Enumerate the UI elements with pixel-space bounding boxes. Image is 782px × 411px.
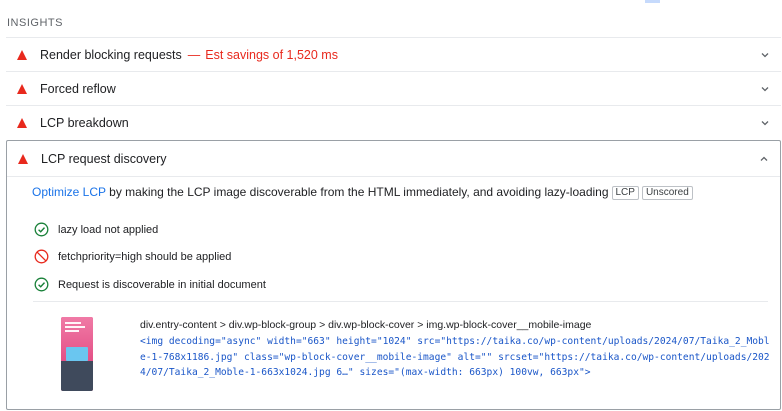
prohibited-icon — [34, 249, 49, 264]
lcp-image-thumbnail[interactable] — [61, 317, 93, 391]
section-title: INSIGHTS — [7, 17, 63, 29]
check-discoverable: Request is discoverable in initial docum… — [34, 277, 266, 292]
check-circle-icon — [34, 222, 49, 237]
check-circle-icon — [34, 277, 49, 292]
insight-description: Optimize LCP by making the LCP image dis… — [32, 185, 693, 200]
insight-render-blocking[interactable]: Render blocking requests — Est savings o… — [6, 37, 781, 71]
check-text: fetchpriority=high should be applied — [58, 250, 232, 263]
savings-text: Est savings of 1,520 ms — [205, 47, 338, 62]
chevron-down-icon[interactable] — [759, 49, 771, 61]
warning-triangle-icon — [18, 153, 28, 164]
chevron-up-icon[interactable] — [758, 153, 770, 165]
warning-triangle-icon — [17, 49, 27, 60]
chevron-down-icon[interactable] — [759, 83, 771, 95]
check-text: Request is discoverable in initial docum… — [58, 278, 266, 291]
check-lazy-load: lazy load not applied — [34, 222, 158, 237]
insight-label: Render blocking requests — [40, 47, 182, 62]
warning-triangle-icon — [17, 83, 27, 94]
check-fetchpriority: fetchpriority=high should be applied — [34, 249, 231, 264]
optimize-lcp-link[interactable]: Optimize LCP — [32, 185, 106, 199]
check-text: lazy load not applied — [58, 223, 159, 236]
node-selector-path[interactable]: div.entry-content > div.wp-block-group >… — [140, 319, 591, 331]
insight-lcp-request-discovery-panel: LCP request discovery Optimize LCP by ma… — [6, 140, 781, 410]
insight-label: LCP breakdown — [40, 115, 129, 130]
warning-triangle-icon — [17, 117, 27, 128]
insight-lcp-request-discovery-header[interactable]: LCP request discovery — [7, 141, 780, 177]
unscored-tag: Unscored — [641, 186, 693, 200]
description-text: by making the LCP image discoverable fro… — [105, 185, 609, 199]
savings-separator: — — [187, 47, 201, 62]
chevron-down-icon[interactable] — [759, 117, 771, 129]
insight-label: LCP request discovery — [41, 151, 167, 166]
node-snippet: <img decoding="async" width="663" height… — [140, 336, 770, 379]
divider — [33, 301, 768, 302]
insight-label: Forced reflow — [40, 81, 116, 96]
insight-forced-reflow[interactable]: Forced reflow — [6, 71, 781, 105]
insight-lcp-breakdown[interactable]: LCP breakdown — [6, 105, 781, 139]
scroll-indicator — [645, 0, 660, 3]
lcp-tag: LCP — [611, 186, 639, 200]
